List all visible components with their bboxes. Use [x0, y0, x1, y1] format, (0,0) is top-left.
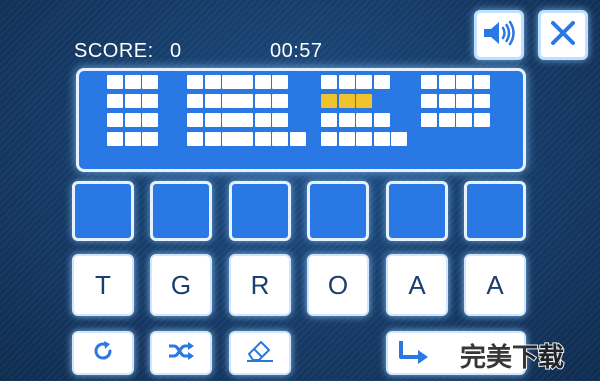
eraser-icon — [245, 339, 275, 368]
word-cell — [107, 75, 123, 89]
word-cell — [187, 132, 203, 146]
svg-text:完美下载: 完美下载 — [460, 342, 564, 373]
word-cell — [222, 75, 238, 89]
word-cell — [222, 113, 238, 127]
word-cell — [338, 113, 355, 127]
word-cell — [187, 75, 203, 89]
word-cell — [456, 94, 472, 108]
word-cell — [237, 113, 253, 127]
word-cell — [356, 75, 372, 89]
word-cell — [421, 75, 437, 89]
word-cell — [438, 75, 455, 89]
answer-slot[interactable] — [464, 181, 526, 241]
word-cell — [272, 94, 288, 108]
word-cell — [338, 132, 355, 146]
letter-tile[interactable]: G — [150, 254, 212, 316]
word-cell — [356, 113, 372, 127]
word-cell — [421, 94, 437, 108]
eraser-button[interactable] — [229, 331, 291, 375]
shuffle-button[interactable] — [150, 331, 212, 375]
word-cell — [204, 113, 221, 127]
word-cell — [473, 75, 490, 89]
answer-slot[interactable] — [307, 181, 369, 241]
word-cell — [187, 94, 203, 108]
score-value: 0 — [170, 40, 182, 62]
letter-tile[interactable]: A — [386, 254, 448, 316]
word-cell — [289, 132, 306, 146]
word-cell — [107, 113, 123, 127]
answer-slot[interactable] — [150, 181, 212, 241]
word-cell — [272, 132, 288, 146]
word-cell — [142, 113, 158, 127]
close-button[interactable] — [538, 10, 588, 60]
letter-tile[interactable]: R — [229, 254, 291, 316]
word-cell — [254, 132, 271, 146]
watermark: 完美下载 — [458, 336, 598, 376]
word-cell — [373, 132, 390, 146]
timer: 00:57 — [270, 40, 323, 62]
answer-slot[interactable] — [229, 181, 291, 241]
word-cell — [142, 132, 158, 146]
answer-slot[interactable] — [72, 181, 134, 241]
active-word-cell — [321, 94, 337, 108]
word-cell — [142, 94, 158, 108]
word-cell — [237, 75, 253, 89]
word-cell — [124, 113, 141, 127]
word-cell — [321, 132, 337, 146]
word-cell — [473, 113, 490, 127]
word-cell — [438, 94, 455, 108]
enter-arrow-icon — [396, 339, 430, 374]
word-cell — [373, 113, 390, 127]
word-cell — [107, 94, 123, 108]
word-cell — [473, 94, 490, 108]
letter-tile[interactable]: A — [464, 254, 526, 316]
active-word-cell — [356, 94, 372, 108]
word-cell — [456, 75, 472, 89]
word-cell — [356, 132, 372, 146]
word-cell — [456, 113, 472, 127]
word-cell — [391, 132, 407, 146]
word-cell — [254, 113, 271, 127]
word-cell — [237, 132, 253, 146]
word-cell — [204, 132, 221, 146]
word-cell — [204, 75, 221, 89]
word-cell — [124, 132, 141, 146]
letter-tile[interactable]: O — [307, 254, 369, 316]
shuffle-icon — [167, 341, 195, 366]
word-cell — [204, 94, 221, 108]
letter-tile[interactable]: T — [72, 254, 134, 316]
refresh-icon — [92, 340, 114, 367]
word-cell — [421, 113, 437, 127]
word-cell — [438, 113, 455, 127]
sound-button[interactable] — [474, 10, 524, 60]
word-cell — [124, 94, 141, 108]
word-cell — [222, 94, 238, 108]
answer-slot[interactable] — [386, 181, 448, 241]
active-word-cell — [338, 94, 355, 108]
word-cell — [254, 75, 271, 89]
word-cell — [142, 75, 158, 89]
word-cell — [338, 75, 355, 89]
word-cell — [237, 94, 253, 108]
word-cell — [254, 94, 271, 108]
word-board — [76, 68, 526, 172]
word-cell — [222, 132, 238, 146]
word-cell — [124, 75, 141, 89]
score-label: SCORE: — [74, 40, 154, 62]
refresh-button[interactable] — [72, 331, 134, 375]
word-cell — [373, 75, 390, 89]
word-cell — [272, 75, 288, 89]
word-cell — [321, 75, 337, 89]
word-cell — [321, 113, 337, 127]
speaker-icon — [482, 20, 516, 51]
word-cell — [272, 113, 288, 127]
word-cell — [107, 132, 123, 146]
close-icon — [550, 20, 576, 51]
word-cell — [187, 113, 203, 127]
